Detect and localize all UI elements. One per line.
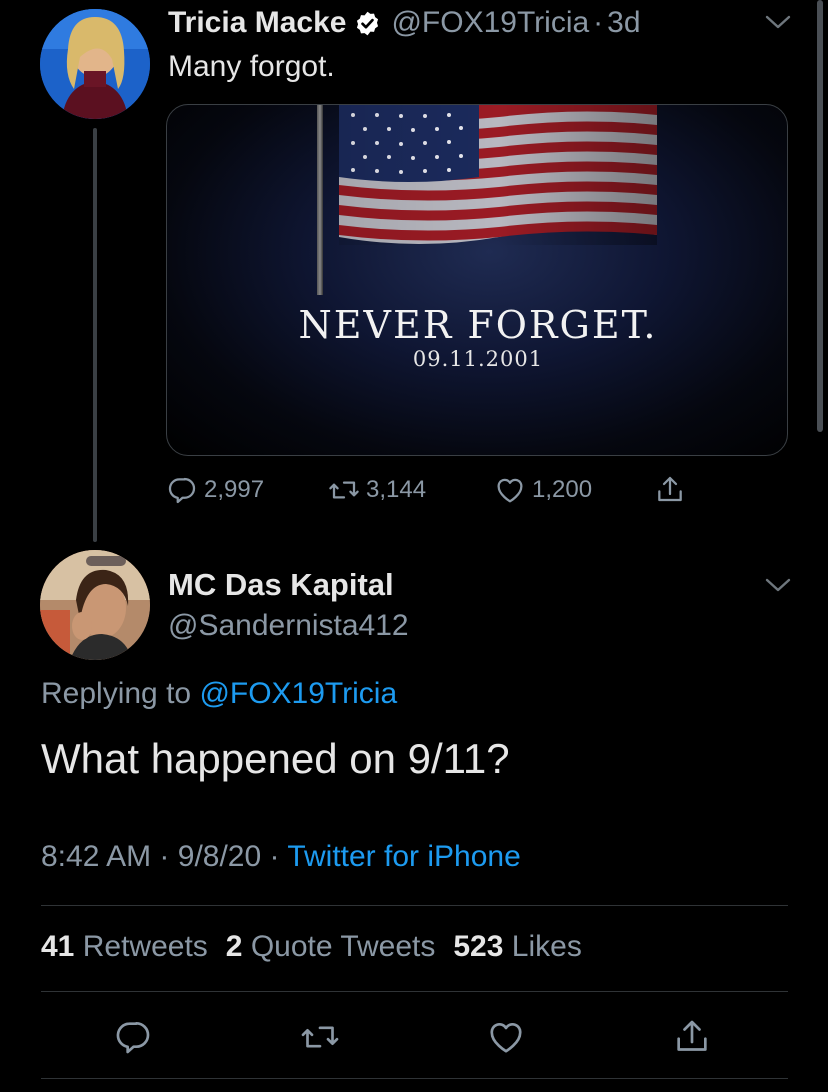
separator-dot: · [593, 6, 604, 39]
verified-badge-icon [357, 11, 379, 35]
like-icon [497, 478, 523, 503]
separator-dot: · [159, 840, 170, 873]
chevron-down-icon[interactable] [764, 576, 792, 594]
likes-stat[interactable]: 523 Likes [453, 930, 581, 964]
reply-icon[interactable] [113, 1017, 153, 1057]
retweets-stat[interactable]: 41 Retweets [41, 930, 208, 964]
share-button[interactable] [654, 474, 692, 506]
author-avatar-mc[interactable] [40, 550, 150, 660]
share-icon[interactable] [672, 1017, 712, 1057]
separator-dot: · [269, 840, 280, 873]
like-icon[interactable] [486, 1017, 526, 1057]
tweet-date[interactable]: 9/8/20 [178, 840, 261, 873]
retweets-count: 41 [41, 930, 75, 963]
share-icon [658, 476, 682, 502]
replying-to-label: Replying to [41, 677, 192, 710]
divider [41, 991, 788, 992]
thread-line [93, 128, 97, 542]
reply-author-name[interactable]: MC Das Kapital [168, 567, 394, 603]
reply-tweet-actions [0, 1017, 828, 1059]
author-handle[interactable]: @FOX19Tricia [391, 6, 589, 40]
reply-button[interactable]: 2,997 [166, 474, 264, 506]
tweet-source-link[interactable]: Twitter for iPhone [287, 840, 520, 873]
parent-tweet-header: Tricia Macke @FOX19Tricia · 3d [168, 4, 641, 42]
parent-tweet-text: Many forgot. [168, 50, 335, 83]
retweet-button[interactable]: 3,144 [328, 474, 426, 506]
tweet-time[interactable]: 3d [607, 6, 640, 40]
retweet-icon [329, 481, 359, 499]
likes-label: Likes [511, 930, 582, 963]
divider [41, 1078, 788, 1079]
tweet-timestamp[interactable]: 8:42 AM [41, 840, 151, 873]
replying-to-link[interactable]: @FOX19Tricia [199, 677, 397, 710]
reply-count: 2,997 [204, 476, 265, 503]
divider [41, 905, 788, 906]
tweet-stats: 41 Retweets 2 Quote Tweets 523 Likes [41, 930, 582, 964]
likes-count: 523 [453, 930, 504, 963]
quote-tweets-stat[interactable]: 2 Quote Tweets [226, 930, 436, 964]
author-name[interactable]: Tricia Macke [168, 6, 346, 40]
replying-to: Replying to @FOX19Tricia [41, 677, 397, 711]
like-count: 1,200 [532, 476, 593, 503]
chevron-down-icon[interactable] [764, 13, 792, 31]
reply-tweet-text: What happened on 9/11? [41, 735, 510, 782]
american-flag-image [339, 105, 657, 245]
quote-tweets-count: 2 [225, 930, 243, 963]
retweet-count: 3,144 [366, 476, 427, 503]
flag-pole [317, 105, 323, 295]
reply-author-handle[interactable]: @Sandernista412 [168, 609, 409, 643]
like-button[interactable]: 1,200 [494, 474, 592, 506]
retweets-label: Retweets [82, 930, 208, 963]
scrollbar[interactable] [817, 0, 823, 432]
quote-tweets-label: Quote Tweets [250, 930, 436, 963]
media-date: 09.11.2001 [412, 347, 544, 371]
author-avatar-tricia[interactable] [40, 9, 150, 119]
reply-icon [168, 477, 196, 504]
retweet-icon[interactable] [300, 1017, 340, 1057]
tweet-media-image[interactable]: NEVER FORGET. 09.11.2001 [166, 104, 788, 456]
tweet-meta: 8:42 AM · 9/8/20 · Twitter for iPhone [41, 840, 521, 874]
media-headline: NEVER FORGET. [298, 303, 658, 347]
